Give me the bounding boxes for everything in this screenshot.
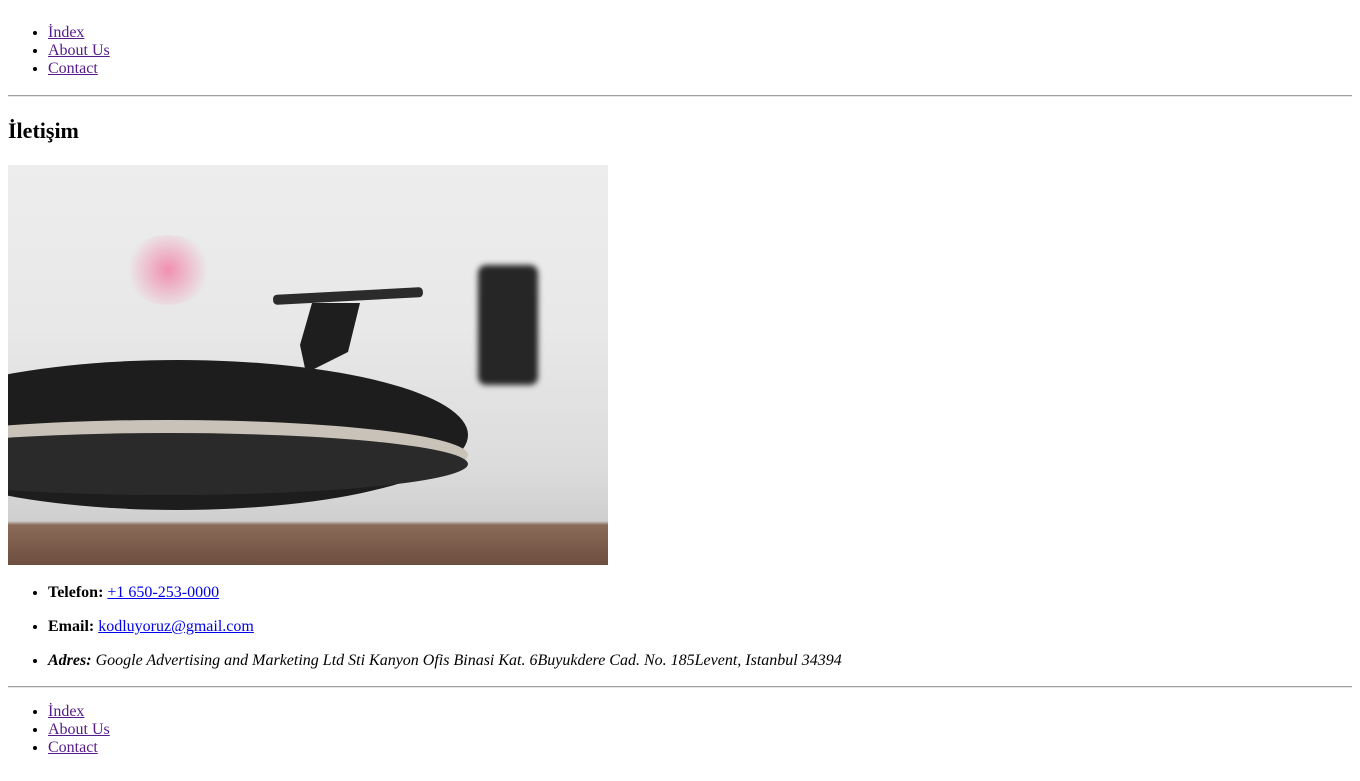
- email-link[interactable]: kodluyoruz@gmail.com: [98, 618, 254, 635]
- phone-label: Telefon:: [48, 584, 104, 601]
- bottom-nav: İndex About Us Contact: [8, 688, 1352, 757]
- nav-item: İndex: [48, 24, 1352, 42]
- email-label: Email:: [48, 618, 95, 635]
- nav-item: About Us: [48, 42, 1352, 60]
- phone-link[interactable]: +1 650-253-0000: [107, 584, 219, 601]
- address-text: Google Advertising and Marketing Ltd Sti…: [95, 652, 842, 669]
- top-nav: İndex About Us Contact: [8, 0, 1352, 78]
- nav-link-contact[interactable]: Contact: [48, 739, 98, 756]
- contact-phone-item: Telefon: +1 650-253-0000: [48, 584, 1352, 602]
- page: İndex About Us Contact İletişim Telefon:…: [0, 0, 1360, 757]
- page-title: İletişim: [8, 118, 79, 143]
- nav-link-about-us[interactable]: About Us: [48, 721, 110, 738]
- nav-item: Contact: [48, 739, 1352, 757]
- nav-link-index[interactable]: İndex: [48, 24, 84, 41]
- nav-item: İndex: [48, 703, 1352, 721]
- contact-address-item: Adres: Google Advertising and Marketing …: [48, 652, 1352, 670]
- nav-link-index[interactable]: İndex: [48, 703, 84, 720]
- contact-email-item: Email: kodluyoruz@gmail.com: [48, 618, 1352, 636]
- turntable-photo: [8, 165, 608, 565]
- nav-item: Contact: [48, 60, 1352, 78]
- nav-item: About Us: [48, 721, 1352, 739]
- contact-info-list: Telefon: +1 650-253-0000 Email: kodluyor…: [8, 565, 1352, 670]
- nav-link-contact[interactable]: Contact: [48, 60, 98, 77]
- address-label: Adres:: [48, 652, 92, 669]
- nav-link-about-us[interactable]: About Us: [48, 42, 110, 59]
